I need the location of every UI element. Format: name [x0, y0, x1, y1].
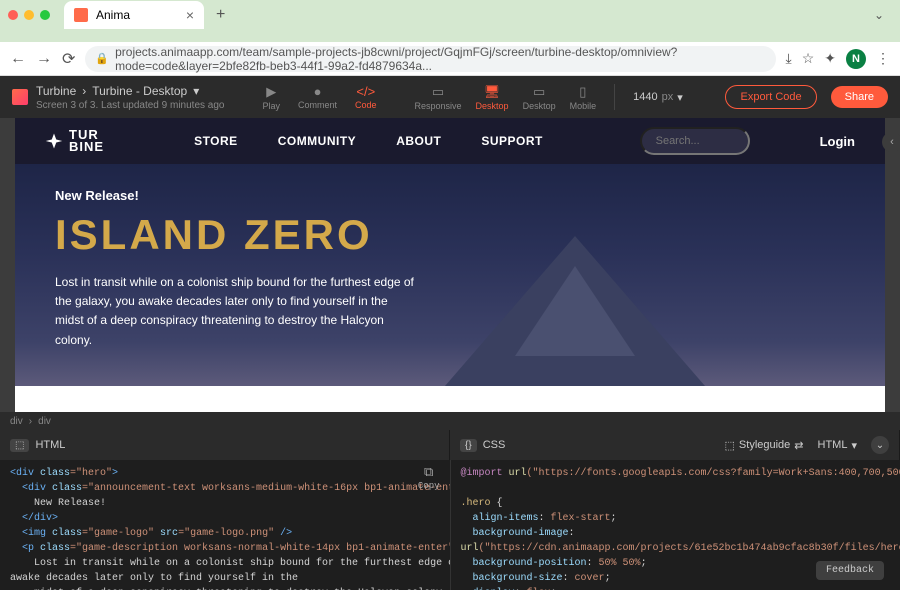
css-badge-icon: {} — [460, 439, 477, 452]
browser-tab[interactable]: Anima × — [64, 1, 204, 29]
crumb-project[interactable]: Turbine — [36, 84, 76, 98]
copy-icon: ⧉ — [424, 465, 433, 480]
nav-support[interactable]: SUPPORT — [481, 134, 543, 148]
element-path: div › div — [0, 412, 900, 430]
window-controls — [8, 10, 50, 20]
collapse-side-button[interactable]: ‹ — [882, 132, 900, 152]
code-panels: ⧉ Copy <div class="hero"> <div class="an… — [0, 460, 900, 590]
chevron-down-icon: ▾ — [851, 439, 857, 452]
hero-label: New Release! — [55, 188, 845, 203]
url-text: projects.animaapp.com/team/sample-projec… — [115, 45, 765, 73]
new-tab-button[interactable]: + — [210, 6, 231, 24]
tab-title: Anima — [96, 8, 130, 22]
export-code-button[interactable]: Export Code — [725, 85, 816, 109]
profile-avatar[interactable]: N — [846, 49, 866, 69]
html-tab[interactable]: ⬚ HTML — [0, 430, 450, 460]
mode-actions: ▶ Play ● Comment </> Code — [262, 84, 376, 111]
url-input[interactable]: 🔒 projects.animaapp.com/team/sample-proj… — [85, 46, 775, 72]
hero-section: New Release! ISLAND ZERO Lost in transit… — [15, 164, 885, 386]
maximize-window-icon[interactable] — [40, 10, 50, 20]
device-desktop[interactable]: 🖥 Desktop — [476, 84, 509, 111]
play-button[interactable]: ▶ Play — [262, 84, 280, 111]
nav-community[interactable]: COMMUNITY — [278, 134, 357, 148]
favicon-icon — [74, 8, 88, 22]
close-window-icon[interactable] — [8, 10, 18, 20]
html-code-panel[interactable]: ⧉ Copy <div class="hero"> <div class="an… — [0, 460, 450, 590]
tabs-menu-icon[interactable]: ⌄ — [866, 8, 892, 22]
html-badge-icon: ⬚ — [10, 439, 29, 452]
copy-button[interactable]: ⧉ Copy — [418, 465, 440, 491]
styleguide-button[interactable]: ⬚ Styleguide ⇄ — [725, 439, 804, 452]
share-button[interactable]: Share — [831, 86, 888, 108]
collapse-panel-button[interactable]: ⌄ — [871, 436, 889, 454]
chevron-down-icon: ▾ — [677, 91, 683, 104]
browser-actions: ⤓ ☆ ✦ N ⋮ — [786, 49, 891, 69]
preview-wrap: TUR BINE STORE COMMUNITY ABOUT SUPPORT L… — [0, 118, 900, 412]
feedback-button[interactable]: Feedback — [816, 561, 884, 580]
menu-icon[interactable]: ⋮ — [876, 50, 890, 67]
install-icon[interactable]: ⤓ — [786, 50, 792, 67]
mobile-icon: ▯ — [579, 84, 586, 100]
nav-links: STORE COMMUNITY ABOUT SUPPORT — [194, 134, 543, 148]
hero-spacer — [15, 386, 885, 412]
site-logo[interactable]: TUR BINE — [45, 129, 104, 152]
comment-icon: ● — [314, 84, 322, 99]
back-button[interactable]: ← — [10, 50, 26, 68]
tab-bar: Anima × + ⌄ — [0, 0, 900, 30]
device-responsive[interactable]: ▭ Responsive — [415, 84, 462, 111]
device-switcher: ▭ Responsive 🖥 Desktop ▭ Desktop ▯ Mobil… — [415, 84, 597, 111]
chevron-right-icon: › — [82, 84, 86, 98]
nav-about[interactable]: ABOUT — [396, 134, 441, 148]
extensions-icon[interactable]: ✦ — [824, 50, 836, 67]
star-icon[interactable]: ☆ — [802, 50, 815, 67]
lock-icon: 🔒 — [95, 52, 109, 65]
nav-store[interactable]: STORE — [194, 134, 238, 148]
responsive-icon: ▭ — [432, 84, 444, 100]
code-panel-tabs: ⬚ HTML {} CSS ⬚ Styleguide ⇄ HTML ▾ ⌄ — [0, 430, 900, 460]
login-link[interactable]: Login — [820, 134, 855, 149]
device-mobile[interactable]: ▯ Mobile — [570, 84, 597, 111]
anima-toolbar: Turbine › Turbine - Desktop ▾ Screen 3 o… — [0, 76, 900, 118]
canvas-width[interactable]: 1440 px ▾ — [633, 91, 683, 104]
styleguide-icon: ⬚ — [725, 439, 735, 452]
forward-button[interactable]: → — [36, 50, 52, 68]
close-tab-icon[interactable]: × — [186, 7, 194, 23]
play-icon: ▶ — [266, 84, 276, 100]
preview-canvas: TUR BINE STORE COMMUNITY ABOUT SUPPORT L… — [15, 118, 885, 412]
minimize-window-icon[interactable] — [24, 10, 34, 20]
path-seg[interactable]: div — [38, 416, 51, 427]
language-select[interactable]: HTML ▾ — [818, 439, 857, 452]
css-code-panel[interactable]: @import url("https://fonts.googleapis.co… — [450, 460, 900, 590]
comment-button[interactable]: ● Comment — [298, 84, 337, 111]
site-navbar: TUR BINE STORE COMMUNITY ABOUT SUPPORT L… — [15, 118, 885, 164]
reload-button[interactable]: ⟳ — [62, 49, 75, 69]
swap-icon: ⇄ — [794, 439, 803, 452]
hero-description: Lost in transit while on a colonist ship… — [55, 273, 415, 350]
crumb-screen[interactable]: Turbine - Desktop — [92, 84, 187, 98]
browser-chrome: Anima × + ⌄ — [0, 0, 900, 42]
crumb-subtitle: Screen 3 of 3. Last updated 9 minutes ag… — [36, 100, 224, 111]
turbine-logo-icon — [45, 132, 63, 150]
code-icon: </> — [356, 84, 375, 99]
divider — [614, 84, 615, 110]
desktop-icon: ▭ — [533, 84, 545, 100]
css-tab[interactable]: {} CSS ⬚ Styleguide ⇄ HTML ▾ ⌄ — [450, 430, 900, 460]
anima-logo-icon[interactable] — [12, 89, 28, 105]
device-desktop-2[interactable]: ▭ Desktop — [523, 84, 556, 111]
code-button[interactable]: </> Code — [355, 84, 377, 111]
breadcrumb: Turbine › Turbine - Desktop ▾ Screen 3 o… — [36, 84, 224, 111]
address-bar: ← → ⟳ 🔒 projects.animaapp.com/team/sampl… — [0, 42, 900, 76]
mountain-graphic — [445, 236, 705, 386]
dropdown-icon[interactable]: ▾ — [193, 84, 199, 98]
desktop-icon: 🖥 — [484, 84, 501, 100]
chevron-right-icon: › — [29, 416, 32, 427]
path-seg[interactable]: div — [10, 416, 23, 427]
search-input[interactable] — [640, 127, 750, 155]
